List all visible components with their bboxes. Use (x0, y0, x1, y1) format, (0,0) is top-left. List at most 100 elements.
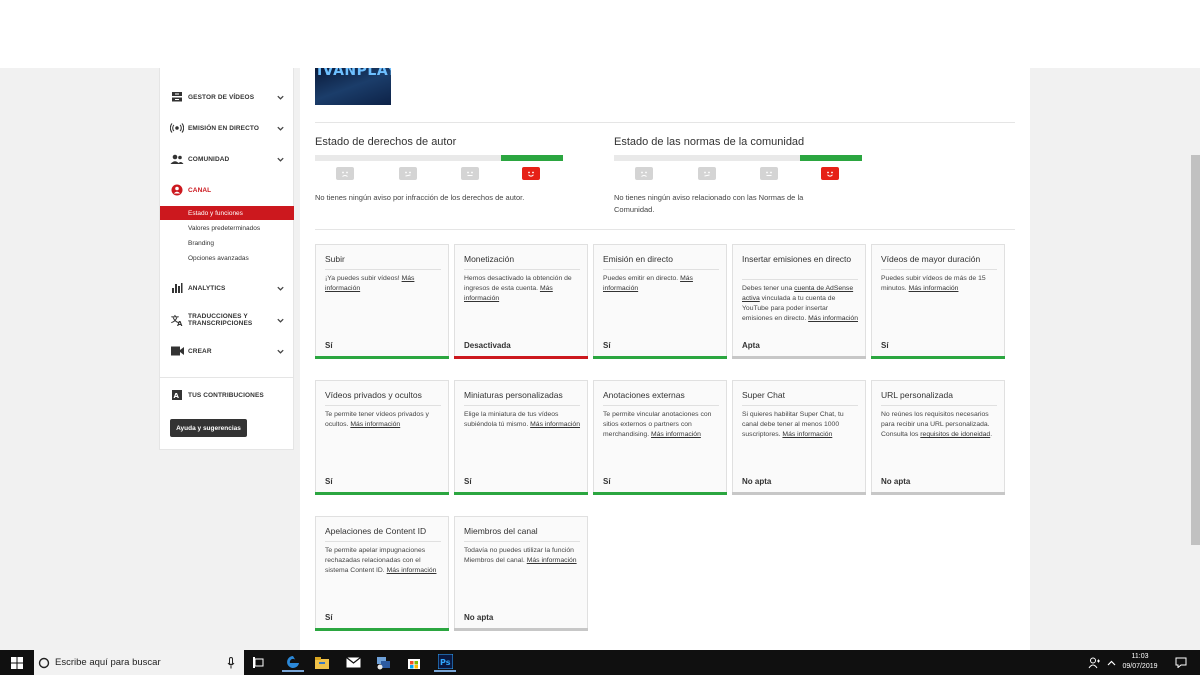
card-status: Sí (881, 341, 889, 350)
more-info-link[interactable]: Más información (350, 421, 400, 428)
search-placeholder: Escribe aquí para buscar (55, 657, 161, 668)
neutral-face-icon (760, 167, 778, 180)
remote-app-icon[interactable] (372, 653, 394, 672)
photoshop-icon[interactable]: Ps (434, 653, 456, 672)
chevron-down-icon[interactable] (276, 284, 285, 293)
sidebar-item-live[interactable]: EMISIÓN EN DIRECTO (160, 118, 295, 138)
chevron-down-icon[interactable] (276, 124, 285, 133)
more-info-link[interactable]: Más información (782, 431, 832, 438)
subnav-advanced[interactable]: Opciones avanzadas (160, 251, 294, 265)
cortana-icon (38, 657, 50, 668)
status-bar (871, 356, 1005, 359)
sidebar-item-video-manager[interactable]: GESTOR DE VÍDEOS (160, 87, 295, 107)
chevron-down-icon[interactable] (276, 93, 285, 102)
copyright-status-title: Estado de derechos de autor (315, 136, 457, 148)
more-info-link[interactable]: Más información (527, 557, 577, 564)
feature-card-monetization[interactable]: Monetización Hemos desactivado la obtenc… (454, 244, 588, 359)
card-title: Insertar emisiones en directo (742, 254, 852, 264)
avatar-text: IVANPLAYS (317, 68, 391, 79)
status-bar (315, 492, 449, 495)
subnav-defaults[interactable]: Valores predeterminados (160, 221, 294, 235)
more-info-link[interactable]: Más información (387, 567, 437, 574)
scrollbar-thumb[interactable] (1191, 155, 1200, 545)
card-status: Sí (325, 477, 333, 486)
feature-card-super-chat[interactable]: Super Chat Si quieres habilitar Super Ch… (732, 380, 866, 495)
feature-card-custom-url[interactable]: URL personalizada No reúnes los requisit… (871, 380, 1005, 495)
community-strike-meter (614, 155, 862, 161)
card-description: Te permite tener vídeos privados y ocult… (325, 411, 429, 428)
more-info-link[interactable]: Más información (909, 285, 959, 292)
status-bar (732, 356, 866, 359)
card-status: Apta (742, 341, 760, 350)
status-bar (315, 628, 449, 631)
status-bar (732, 492, 866, 495)
card-description: Te permite apelar impugnaciones rechazad… (325, 547, 437, 574)
feature-card-custom-thumbnails[interactable]: Miniaturas personalizadas Elige la minia… (454, 380, 588, 495)
card-title: Vídeos privados y ocultos (325, 390, 422, 400)
feature-card-longer-videos[interactable]: Vídeos de mayor duración Puedes subir ví… (871, 244, 1005, 359)
taskbar-search-input[interactable]: Escribe aquí para buscar (34, 650, 244, 675)
sidebar-item-label: CANAL (188, 186, 212, 194)
sidebar-item-contributions[interactable]: A TUS CONTRIBUCIONES (160, 385, 295, 405)
more-info-link[interactable]: Más información (530, 421, 580, 428)
community-icon (170, 152, 184, 166)
translate-icon: 文A (170, 313, 184, 327)
subnav-status-features[interactable]: Estado y funciones (160, 206, 294, 220)
feature-card-channel-members[interactable]: Miembros del canal Todavía no puedes uti… (454, 516, 588, 631)
status-bar (454, 628, 588, 631)
more-info-link[interactable]: Más información (808, 315, 858, 322)
store-icon[interactable] (403, 653, 425, 672)
chevron-up-icon[interactable] (1100, 653, 1122, 672)
sad-face-icon (635, 167, 653, 180)
card-description: ¡Ya puedes subir vídeos! Más información (325, 275, 415, 292)
chevron-down-icon[interactable] (276, 347, 285, 356)
sidebar-item-translations[interactable]: 文A TRADUCCIONES Y TRANSCRIPCIONES (160, 309, 295, 331)
sidebar-item-label: ANALYTICS (188, 284, 226, 292)
feature-card-live-streaming[interactable]: Emisión en directo Puedes emitir en dire… (593, 244, 727, 359)
start-button[interactable] (0, 650, 34, 675)
sidebar-item-label: TRADUCCIONES Y TRANSCRIPCIONES (188, 313, 253, 327)
clock-date: 09/07/2019 (1122, 663, 1158, 670)
feature-card-embed-live[interactable]: Insertar emisiones en directo Debes tene… (732, 244, 866, 359)
card-title: Super Chat (742, 390, 785, 400)
task-view-icon[interactable] (248, 653, 270, 672)
eligibility-link[interactable]: requisitos de idoneidad (920, 431, 990, 438)
mail-icon[interactable] (342, 653, 364, 672)
sidebar-item-analytics[interactable]: ANALYTICS (160, 278, 295, 298)
feature-card-upload[interactable]: Subir ¡Ya puedes subir vídeos! Más infor… (315, 244, 449, 359)
card-description: Puedes subir vídeos de más de 15 minutos… (881, 275, 986, 292)
file-explorer-icon[interactable] (311, 653, 333, 672)
card-description: Elige la miniatura de tus vídeos subiénd… (464, 411, 580, 428)
neutral-face-icon (461, 167, 479, 180)
neutral-face-icon (399, 167, 417, 180)
card-description: Debes tener una cuenta de AdSense activa… (742, 285, 858, 322)
subnav-branding[interactable]: Branding (160, 236, 294, 250)
chevron-down-icon[interactable] (276, 316, 285, 325)
channel-avatar: IVANPLAYS (315, 68, 391, 105)
clock[interactable]: 11:03 09/07/2019 (1120, 652, 1160, 672)
card-title: URL personalizada (881, 390, 953, 400)
microphone-icon (227, 656, 235, 668)
more-info-link[interactable]: Más información (651, 431, 701, 438)
sidebar-item-channel[interactable]: CANAL (160, 180, 295, 200)
clock-time: 11:03 (1131, 653, 1149, 660)
edge-icon[interactable] (282, 653, 304, 672)
feature-card-external-annotations[interactable]: Anotaciones externas Te permite vincular… (593, 380, 727, 495)
card-status: No apta (881, 477, 911, 486)
status-bar (593, 492, 727, 495)
divider (315, 229, 1015, 230)
sidebar-item-community[interactable]: COMUNIDAD (160, 149, 295, 169)
live-broadcast-icon (170, 121, 184, 135)
card-description: Todavía no puedes utilizar la función Mi… (464, 547, 577, 564)
notifications-icon[interactable] (1170, 653, 1192, 672)
sidebar-item-create[interactable]: CREAR (160, 341, 295, 361)
card-title: Subir (325, 254, 345, 264)
neutral-face-icon (698, 167, 716, 180)
channel-icon (170, 183, 184, 197)
feature-card-private-unlisted[interactable]: Vídeos privados y ocultos Te permite ten… (315, 380, 449, 495)
sidebar-item-label: GESTOR DE VÍDEOS (188, 93, 255, 101)
main-content: IVANPLAYS Estado de derechos de autor No… (300, 68, 1030, 650)
help-feedback-button[interactable]: Ayuda y sugerencias (170, 419, 247, 437)
chevron-down-icon[interactable] (276, 155, 285, 164)
feature-card-content-id-appeals[interactable]: Apelaciones de Content ID Te permite ape… (315, 516, 449, 631)
